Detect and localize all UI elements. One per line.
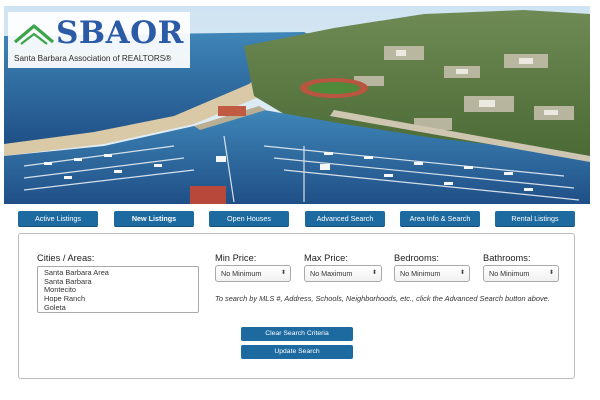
bedrooms-value: No Minimum [400, 269, 441, 278]
advanced-search-button[interactable]: Advanced Search [305, 211, 385, 227]
select-arrows-icon: ⬍ [371, 270, 377, 276]
bedrooms-select[interactable]: No Minimum ⬍ [394, 265, 470, 282]
listing-nav: Active Listings New Listings Open Houses… [18, 211, 575, 227]
active-listings-button[interactable]: Active Listings [18, 211, 98, 227]
min-price-select[interactable]: No Minimum ⬍ [215, 265, 291, 282]
advanced-search-hint: To search by MLS #, Address, Schools, Ne… [215, 294, 550, 303]
bathrooms-label: Bathrooms: [483, 253, 531, 263]
max-price-select[interactable]: No Maximum ⬍ [304, 265, 382, 282]
clear-search-criteria-button[interactable]: Clear Search Criteria [241, 327, 353, 341]
select-arrows-icon: ⬍ [280, 270, 286, 276]
new-listings-button[interactable]: New Listings [114, 211, 194, 227]
house-roof-icon [14, 24, 54, 45]
bathrooms-select[interactable]: No Minimum ⬍ [483, 265, 559, 282]
area-info-search-button[interactable]: Area Info & Search [400, 211, 480, 227]
logo-wordmark: SBAOR [56, 15, 184, 51]
search-panel: Cities / Areas: Santa Barbara Area Santa… [18, 233, 575, 379]
update-search-button[interactable]: Update Search [241, 345, 353, 359]
min-price-label: Min Price: [215, 253, 257, 263]
select-arrows-icon: ⬍ [459, 270, 465, 276]
open-houses-button[interactable]: Open Houses [209, 211, 289, 227]
city-option[interactable]: Goleta [44, 303, 198, 312]
rental-listings-button[interactable]: Rental Listings [495, 211, 575, 227]
bathrooms-value: No Minimum [489, 269, 530, 278]
max-price-value: No Maximum [310, 269, 353, 278]
logo-tagline: Santa Barbara Association of REALTORS® [14, 54, 172, 63]
bedrooms-label: Bedrooms: [394, 253, 439, 263]
min-price-value: No Minimum [221, 269, 262, 278]
hero-banner: SBAOR Santa Barbara Association of REALT… [4, 6, 590, 204]
cities-label: Cities / Areas: [37, 253, 95, 263]
city-option[interactable]: Hope Ranch [44, 294, 198, 304]
sbaor-logo[interactable]: SBAOR Santa Barbara Association of REALT… [8, 12, 190, 68]
cities-listbox[interactable]: Santa Barbara Area Santa Barbara Monteci… [37, 266, 199, 313]
max-price-label: Max Price: [304, 253, 348, 263]
select-arrows-icon: ⬍ [548, 270, 554, 276]
